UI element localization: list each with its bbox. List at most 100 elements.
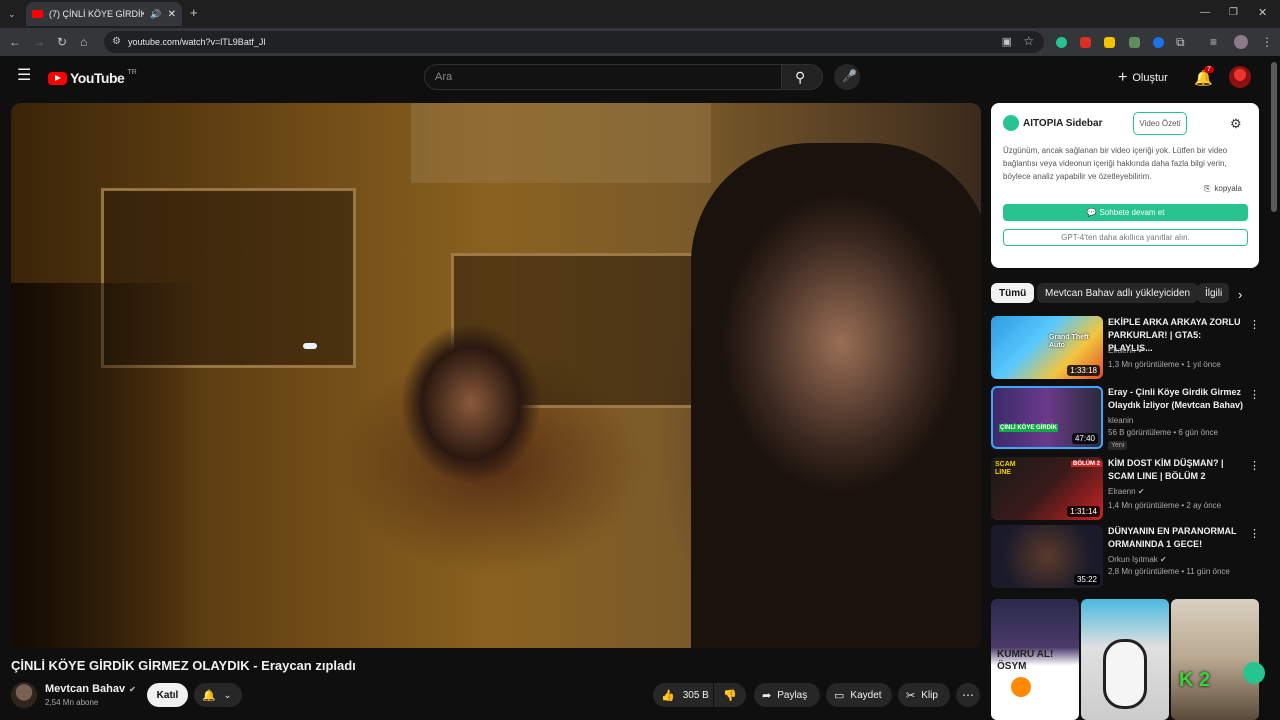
back-icon[interactable]: ← (9, 36, 21, 48)
join-button[interactable]: Katıl (147, 683, 188, 707)
more-vertical-icon[interactable]: ⋮ (1249, 318, 1260, 331)
forward-icon[interactable]: → (33, 36, 45, 48)
chip-related[interactable]: İlgili (1197, 283, 1229, 303)
video-thumbnail[interactable]: 35:22 (991, 525, 1103, 588)
search-input[interactable]: Ara (424, 64, 782, 90)
subscription-bell-button[interactable]: 🔔 ⌄ (194, 683, 242, 707)
aitopia-logo-icon (1003, 115, 1019, 131)
more-vertical-icon[interactable]: ⋮ (1249, 527, 1260, 540)
video-title[interactable]: DÜNYANIN EN PARANORMAL ORMANINDA 1 GECE! (1108, 525, 1248, 551)
extension-w-icon[interactable] (1104, 37, 1115, 48)
channel-name[interactable]: kleanin (1108, 416, 1258, 425)
video-meta: 1,4 Mn görüntüleme • 2 ay önce (1108, 501, 1222, 510)
channel-name[interactable]: Elraenn ✔ (1108, 346, 1258, 355)
tab-title: (7) ÇİNLİ KÖYE GİRDİK GİRMEZ (49, 9, 145, 19)
thumbnail-text: ÇİNLİ KÖYE GİRDİK (999, 424, 1059, 432)
tab-list-icon[interactable]: ⌄ (8, 8, 16, 20)
channel-name[interactable]: Orkun Işıtmak ✔ (1108, 555, 1258, 564)
reload-icon[interactable]: ↻ (57, 36, 67, 48)
chevron-down-icon: ⌄ (223, 689, 232, 700)
copy-button[interactable]: ⎘ kopyala (1204, 184, 1242, 194)
video-thumbnail[interactable]: ÇİNLİ KÖYE GİRDİK 47:40 (991, 386, 1103, 449)
like-button[interactable]: 👍 305 B (653, 683, 713, 707)
video-thumbnail[interactable]: SCAM LINE BÖLÜM 2 1:31:14 (991, 457, 1103, 520)
youtube-masthead: ☰ YouTube TR Ara ⚲ 🎤 + Oluştur 🔔 7 (0, 56, 1280, 100)
recommendation-item[interactable]: Grand Theft Auto 1:33:18 EKİPLE ARKA ARK… (991, 316, 1263, 380)
short-thumbnail[interactable]: K 2 (1171, 599, 1259, 720)
video-title[interactable]: Eray - Çinli Köye Girdik Girmez Olaydık … (1108, 386, 1248, 412)
chip-from-uploader[interactable]: Mevtcan Bahav adlı yükleyiciden (1037, 283, 1199, 303)
create-button[interactable]: + Oluştur (1118, 67, 1168, 89)
verified-icon: ✔ (1137, 487, 1145, 496)
more-vertical-icon[interactable]: ⋮ (1249, 459, 1260, 472)
extension-red-icon[interactable] (1080, 37, 1091, 48)
site-info-icon[interactable]: ⚙ (112, 36, 121, 47)
video-summary-button[interactable]: Video Özeti (1133, 112, 1187, 135)
bookmark-icon: ▭ (834, 689, 845, 702)
tab-close-icon[interactable]: ✕ (168, 9, 176, 20)
reading-list-icon[interactable]: ≡ (1210, 36, 1217, 48)
chip-label: Mevtcan Bahav adlı yükleyiciden (1045, 287, 1191, 299)
save-label: Kaydet (850, 689, 882, 701)
extension-grey-icon[interactable] (1129, 37, 1140, 48)
video-player[interactable] (11, 103, 981, 648)
url-text: youtube.com/watch?v=lTL9Batf_Jl (128, 37, 266, 47)
close-window-icon[interactable]: ✕ (1258, 7, 1267, 19)
short-thumbnail[interactable]: KUMRU AL! ÖSYM (991, 599, 1079, 720)
browser-tab[interactable]: (7) ÇİNLİ KÖYE GİRDİK GİRMEZ 🔊 ✕ (26, 2, 182, 26)
restore-icon[interactable]: ❐ (1229, 7, 1238, 19)
recommendation-item[interactable]: ÇİNLİ KÖYE GİRDİK 47:40 Eray - Çinli Köy… (991, 386, 1263, 450)
settings-gear-icon[interactable]: ⚙ (1230, 116, 1242, 132)
search-button[interactable]: ⚲ (781, 64, 823, 90)
country-code: TR (127, 69, 137, 76)
thumbnail-text: SCAM LINE (995, 461, 1016, 476)
extension-blue-icon[interactable] (1153, 37, 1164, 48)
new-tab-icon[interactable]: + (190, 6, 198, 19)
address-bar[interactable]: ⚙ youtube.com/watch?v=lTL9Batf_Jl ▣ ☆ (104, 31, 1044, 53)
video-summary-label: Video Özeti (1139, 119, 1181, 128)
video-title[interactable]: KİM DOST KİM DÜŞMAN? | SCAM LINE | BÖLÜM… (1108, 457, 1248, 483)
bookmark-star-icon[interactable]: ☆ (1023, 34, 1034, 48)
new-badge: Yeni (1108, 441, 1128, 450)
extensions-puzzle-icon[interactable]: ⧉ (1176, 36, 1185, 48)
short-thumbnail[interactable] (1081, 599, 1169, 720)
voice-search-button[interactable]: 🎤 (834, 64, 860, 90)
more-vertical-icon[interactable]: ⋮ (1249, 388, 1260, 401)
dislike-button[interactable]: 👎 (714, 683, 746, 707)
channel-name-row[interactable]: Mevtcan Bahav ✔ (45, 683, 136, 695)
aitopia-floating-icon[interactable] (1243, 662, 1265, 684)
channel-name[interactable]: Elraenn ✔ (1108, 487, 1258, 496)
verified-icon: ✔ (1160, 555, 1167, 564)
continue-chat-button[interactable]: 💬 Sohbete devam et (1003, 204, 1248, 221)
channel-avatar[interactable] (11, 682, 37, 708)
more-actions-button[interactable]: ⋯ (956, 683, 980, 707)
chevron-right-icon[interactable]: › (1238, 287, 1242, 302)
video-frame-person (341, 313, 601, 648)
share-icon: ➦ (762, 689, 772, 702)
channel-name[interactable]: Mevtcan Bahav (45, 683, 125, 695)
share-button[interactable]: ➦ Paylaş (754, 683, 820, 707)
gpt4-upgrade-button[interactable]: GPT-4'ten daha akıllıca yanıtlar alın. (1003, 229, 1248, 246)
verified-icon: ✔ (129, 684, 136, 694)
recommendation-item[interactable]: SCAM LINE BÖLÜM 2 1:31:14 KİM DOST KİM D… (991, 457, 1263, 521)
video-title: ÇİNLİ KÖYE GİRDİK GİRMEZ OLAYDIK - Erayc… (11, 658, 356, 673)
clip-button[interactable]: ✂ Klip (898, 683, 950, 707)
save-button[interactable]: ▭ Kaydet (826, 683, 892, 707)
recommendation-item[interactable]: 35:22 DÜNYANIN EN PARANORMAL ORMANINDA 1… (991, 525, 1263, 589)
short-orange-circle (1011, 677, 1031, 697)
youtube-logo[interactable]: YouTube TR (48, 69, 137, 87)
page-scrollbar[interactable] (1271, 62, 1277, 212)
extension-green-icon[interactable] (1056, 37, 1067, 48)
chrome-menu-icon[interactable]: ⋮ (1261, 36, 1273, 48)
copy-label: kopyala (1214, 184, 1242, 193)
minimize-icon[interactable]: — (1200, 7, 1210, 19)
hamburger-menu-icon[interactable]: ☰ (17, 68, 31, 84)
chat-bubble-icon: 💬 (1086, 208, 1097, 217)
video-thumbnail[interactable]: Grand Theft Auto 1:33:18 (991, 316, 1103, 379)
home-icon[interactable]: ⌂ (80, 36, 87, 48)
chip-all[interactable]: Tümü (991, 283, 1035, 303)
profile-avatar[interactable] (1234, 35, 1248, 49)
install-icon[interactable]: ▣ (1002, 35, 1012, 48)
notifications-button[interactable]: 🔔 7 (1192, 66, 1214, 89)
user-avatar[interactable] (1229, 66, 1251, 88)
